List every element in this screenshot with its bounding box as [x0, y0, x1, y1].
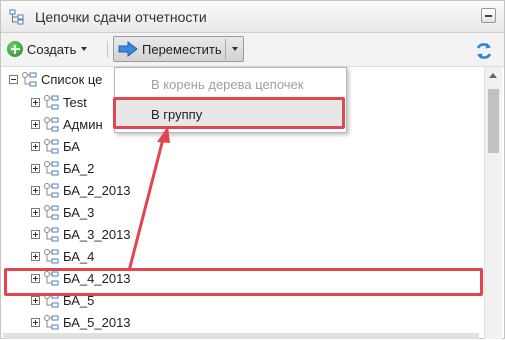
- tree-node[interactable]: БА_2: [31, 157, 94, 179]
- tree-node-label: Админ: [63, 116, 103, 132]
- tree-structure-icon: [44, 160, 59, 175]
- create-button-label: Создать: [27, 41, 77, 57]
- tree-structure-icon: [44, 204, 59, 219]
- tree-node[interactable]: БА_3: [31, 201, 94, 223]
- expand-icon[interactable]: [31, 295, 40, 305]
- scroll-up-icon[interactable]: [489, 73, 497, 78]
- tree-structure-icon: [22, 71, 37, 86]
- add-icon: [7, 41, 23, 57]
- create-button[interactable]: Создать: [7, 37, 88, 61]
- toolbar: Создать Переместить: [1, 33, 504, 67]
- selected-row-background: [3, 333, 479, 339]
- arrow-right-icon: [118, 41, 138, 57]
- tree-node[interactable]: БА_3_2013: [31, 223, 131, 245]
- tree-node[interactable]: БА: [31, 135, 80, 157]
- scrollbar-thumb[interactable]: [488, 89, 499, 153]
- tree-structure-icon: [44, 270, 59, 285]
- expand-icon[interactable]: [31, 251, 40, 261]
- move-dropdown-menu: В корень дерева цепочек В группу: [114, 67, 347, 133]
- tree-node[interactable]: БА_2_2013: [31, 179, 131, 201]
- tree-node-label: БА_5: [63, 292, 95, 308]
- expand-icon[interactable]: [31, 229, 40, 239]
- expand-icon[interactable]: [31, 163, 40, 173]
- expand-icon[interactable]: [31, 317, 40, 327]
- expand-icon[interactable]: [31, 273, 40, 283]
- expand-icon[interactable]: [31, 207, 40, 217]
- chevron-down-icon[interactable]: [232, 47, 238, 51]
- chevron-down-icon: [81, 47, 88, 51]
- tree-structure-icon: [44, 182, 59, 197]
- tree-node[interactable]: Test: [31, 91, 87, 113]
- tree-structure-icon: [9, 9, 24, 25]
- tree-node-label: БА_4_2013: [63, 270, 131, 286]
- tree-node-label: БА_3_2013: [63, 226, 131, 242]
- chains-panel: Цепочки сдачи отчетности Создать Перемес…: [0, 0, 505, 339]
- expand-icon[interactable]: [31, 97, 40, 107]
- tree-structure-icon: [44, 94, 59, 109]
- move-button[interactable]: Переместить: [113, 36, 244, 62]
- collapse-panel-button[interactable]: [481, 8, 496, 23]
- tree-node[interactable]: БА_4: [31, 245, 94, 267]
- tree-node-label: БА_5_2013: [63, 314, 131, 330]
- tree-structure-icon: [44, 138, 59, 153]
- move-button-label: Переместить: [142, 41, 222, 57]
- expand-icon[interactable]: [31, 185, 40, 195]
- menu-item-to-group[interactable]: В группу: [115, 100, 344, 128]
- expand-icon[interactable]: [31, 141, 40, 151]
- tree-scrollbar[interactable]: [484, 67, 502, 339]
- tree-structure-icon: [44, 248, 59, 263]
- tree-node-label: БА_2: [63, 160, 95, 176]
- tree-structure-icon: [44, 292, 59, 307]
- collapse-icon[interactable]: [9, 74, 18, 84]
- expand-icon[interactable]: [31, 119, 40, 129]
- tree-node-label: БА_3: [63, 204, 95, 220]
- tree-node-label: БА_4: [63, 248, 95, 264]
- panel-title: Цепочки сдачи отчетности: [35, 9, 207, 25]
- tree-node[interactable]: БА_4_2013: [31, 267, 131, 289]
- tree-node[interactable]: Админ: [31, 113, 103, 135]
- tree-node-label: БА: [63, 138, 80, 154]
- tree-node-label: БА_2_2013: [63, 182, 131, 198]
- tree-structure-icon: [44, 226, 59, 241]
- tree-root-label: Список це: [41, 71, 103, 87]
- tree-structure-icon: [44, 116, 59, 131]
- menu-item-to-root: В корень дерева цепочек: [151, 76, 304, 92]
- panel-header: Цепочки сдачи отчетности: [1, 1, 504, 33]
- tree-node[interactable]: БА_5: [31, 289, 94, 311]
- refresh-icon[interactable]: [474, 41, 494, 61]
- tree-structure-icon: [44, 314, 59, 329]
- toolbar-separator: [107, 41, 108, 58]
- tree-node[interactable]: БА_5_2013: [31, 311, 131, 333]
- split-divider: [225, 39, 226, 59]
- tree-root[interactable]: Список це: [9, 68, 102, 90]
- tree-node-label: Test: [63, 94, 87, 110]
